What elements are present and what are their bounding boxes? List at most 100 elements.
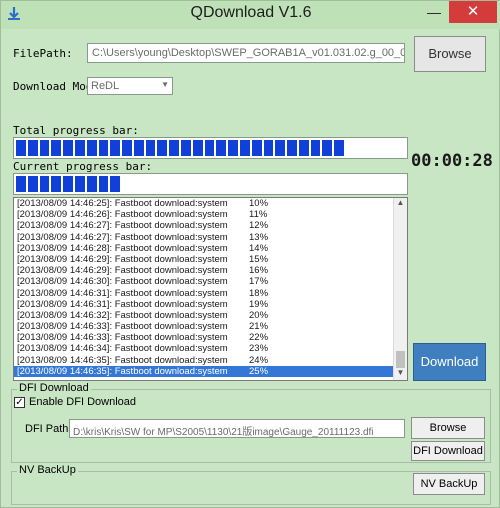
progress-segment: [122, 140, 132, 156]
log-row-percent: 15%: [249, 253, 269, 265]
download-mode-select[interactable]: ReDL ▼: [87, 77, 173, 95]
progress-segment: [110, 140, 121, 156]
chevron-down-icon[interactable]: ▼: [161, 80, 169, 89]
log-row[interactable]: [2013/08/09 14:46:35]: Fastboot download…: [14, 355, 407, 366]
log-row[interactable]: [2013/08/09 14:46:31]: Fastboot download…: [14, 299, 407, 310]
log-row[interactable]: [2013/08/09 14:46:31]: Fastboot download…: [14, 288, 407, 299]
log-row-percent: 14%: [249, 242, 269, 254]
progress-segment: [86, 176, 97, 192]
progress-segment: [157, 140, 168, 156]
check-mark-icon: ✓: [15, 397, 24, 408]
progress-segment: [51, 176, 62, 192]
progress-segment: [298, 140, 309, 156]
title-bar: QDownload V1.6 — ✕: [1, 1, 500, 29]
minimize-button[interactable]: —: [421, 1, 447, 23]
log-row-percent: 24%: [249, 354, 269, 366]
log-row-message: [2013/08/09 14:46:27]: Fastboot download…: [17, 231, 228, 243]
progress-segment: [228, 140, 238, 156]
log-row-percent: 17%: [249, 276, 269, 288]
log-row-message: [2013/08/09 14:46:34]: Fastboot download…: [17, 343, 228, 355]
progress-segment: [39, 140, 50, 156]
log-row[interactable]: [2013/08/09 14:46:27]: Fastboot download…: [14, 220, 407, 231]
dfi-browse-button[interactable]: Browse: [411, 417, 485, 439]
progress-segment: [145, 140, 156, 156]
progress-segment: [51, 140, 62, 156]
progress-segment: [27, 176, 38, 192]
progress-segment: [86, 140, 97, 156]
log-row[interactable]: [2013/08/09 14:46:33]: Fastboot download…: [14, 332, 407, 343]
log-list[interactable]: [2013/08/09 14:46:25]: Fastboot download…: [13, 197, 408, 381]
log-row[interactable]: [2013/08/09 14:46:34]: Fastboot download…: [14, 343, 407, 354]
dfi-path-field[interactable]: D:\kris\Kris\SW for MP\S2005\1130\21版ima…: [69, 419, 405, 438]
progress-segment: [216, 140, 227, 156]
log-row-percent: 22%: [249, 332, 269, 344]
log-row[interactable]: [2013/08/09 14:46:26]: Fastboot download…: [14, 209, 407, 220]
download-mode-value: ReDL: [91, 80, 120, 92]
progress-segment: [310, 140, 321, 156]
log-row[interactable]: [2013/08/09 14:46:25]: Fastboot download…: [14, 198, 407, 209]
log-row[interactable]: [2013/08/09 14:46:33]: Fastboot download…: [14, 321, 407, 332]
progress-segment: [16, 176, 26, 192]
log-row-message: [2013/08/09 14:46:26]: Fastboot download…: [17, 209, 228, 221]
scroll-thumb[interactable]: [396, 351, 405, 368]
enable-dfi-checkbox[interactable]: ✓: [14, 397, 25, 408]
progress-segment: [74, 176, 85, 192]
log-row-message: [2013/08/09 14:46:35]: Fastboot download…: [17, 354, 228, 366]
log-row[interactable]: [2013/08/09 14:46:29]: Fastboot download…: [14, 254, 407, 265]
download-button[interactable]: Download: [413, 343, 486, 381]
progress-segment: [98, 140, 109, 156]
log-row-percent: 18%: [249, 287, 269, 299]
log-row-percent: 20%: [249, 309, 269, 321]
close-button[interactable]: ✕: [449, 1, 497, 23]
progress-segment: [110, 176, 121, 192]
progress-segment: [39, 176, 50, 192]
log-row-message: [2013/08/09 14:46:33]: Fastboot download…: [17, 321, 228, 333]
current-progress-label: Current progress bar:: [13, 160, 153, 173]
progress-segment: [322, 140, 333, 156]
progress-segment: [275, 140, 286, 156]
scroll-down-icon[interactable]: ▼: [394, 368, 407, 380]
log-row-message: [2013/08/09 14:46:28]: Fastboot download…: [17, 242, 228, 254]
log-row-percent: 16%: [249, 265, 269, 277]
nv-backup-button[interactable]: NV BackUp: [413, 473, 485, 495]
log-row-message: [2013/08/09 14:46:27]: Fastboot download…: [17, 220, 228, 232]
log-row[interactable]: [2013/08/09 14:46:30]: Fastboot download…: [14, 276, 407, 287]
total-progress-bar: [13, 137, 408, 159]
current-progress-bar: [13, 173, 408, 195]
progress-segment: [133, 140, 144, 156]
log-row-percent: 21%: [249, 321, 269, 333]
log-scrollbar[interactable]: ▲ ▼: [393, 198, 407, 380]
total-progress-label: Total progress bar:: [13, 124, 139, 137]
log-row-percent: 11%: [249, 209, 268, 221]
log-row-message: [2013/08/09 14:46:35]: Fastboot download…: [17, 365, 228, 377]
log-row[interactable]: [2013/08/09 14:46:28]: Fastboot download…: [14, 243, 407, 254]
log-row[interactable]: [2013/08/09 14:46:35]: Fastboot download…: [14, 365, 407, 377]
log-row-message: [2013/08/09 14:46:30]: Fastboot download…: [17, 276, 228, 288]
progress-segment: [251, 140, 262, 156]
progress-segment: [192, 140, 203, 156]
log-row[interactable]: [2013/08/09 14:46:29]: Fastboot download…: [14, 265, 407, 276]
log-row-percent: 19%: [249, 298, 269, 310]
log-row-percent: 25%: [249, 365, 269, 377]
dfi-path-label: DFI Path:: [25, 423, 72, 435]
progress-segment: [204, 140, 215, 156]
progress-segment: [287, 140, 297, 156]
enable-dfi-label: Enable DFI Download: [29, 396, 137, 408]
log-row-message: [2013/08/09 14:46:32]: Fastboot download…: [17, 309, 228, 321]
log-row-message: [2013/08/09 14:46:29]: Fastboot download…: [17, 253, 228, 265]
progress-segment: [63, 176, 73, 192]
progress-segment: [169, 140, 180, 156]
qdownload-window: QDownload V1.6 — ✕ FilePath: C:\Users\yo…: [0, 0, 500, 508]
progress-segment: [27, 140, 38, 156]
scroll-up-icon[interactable]: ▲: [394, 198, 407, 210]
nv-group-title: NV BackUp: [17, 464, 78, 476]
progress-segment: [181, 140, 191, 156]
filepath-field[interactable]: C:\Users\young\Desktop\SWEP_GORAB1A_v01.…: [87, 43, 405, 63]
log-row[interactable]: [2013/08/09 14:46:32]: Fastboot download…: [14, 310, 407, 321]
dfi-download-button[interactable]: DFI Download: [411, 441, 485, 461]
progress-segment: [263, 140, 274, 156]
browse-button[interactable]: Browse: [414, 36, 486, 72]
log-row[interactable]: [2013/08/09 14:46:27]: Fastboot download…: [14, 232, 407, 243]
log-rows: [2013/08/09 14:46:25]: Fastboot download…: [14, 198, 407, 377]
log-row-message: [2013/08/09 14:46:25]: Fastboot download…: [17, 198, 228, 209]
